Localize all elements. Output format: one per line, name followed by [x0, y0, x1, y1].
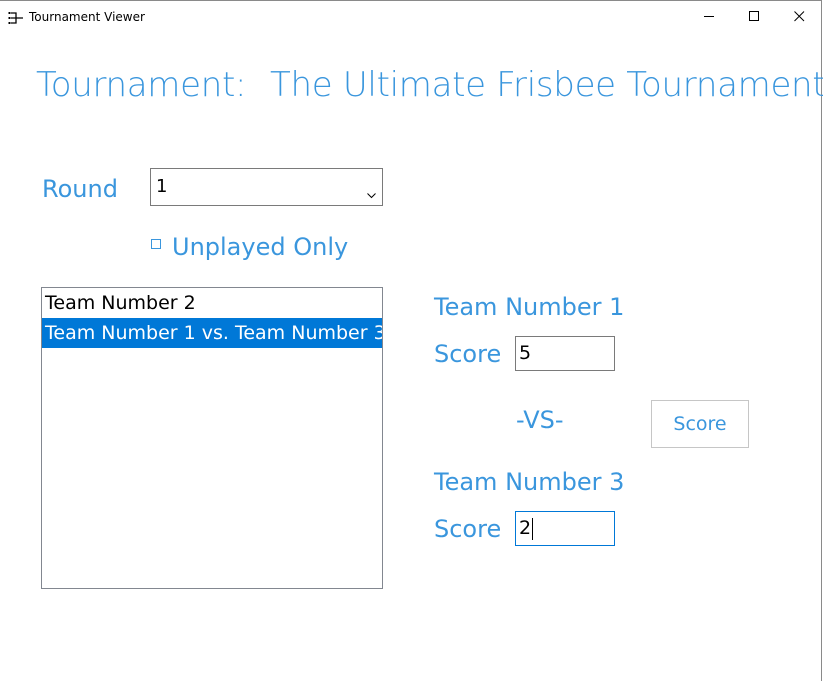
- round-dropdown-value: 1: [156, 176, 168, 197]
- minimize-icon: [703, 11, 715, 22]
- chevron-down-icon: [367, 184, 376, 203]
- tournament-name: The Ultimate Frisbee Tournament: [270, 65, 823, 105]
- team-two-score-label: Score: [434, 515, 502, 543]
- list-item[interactable]: Team Number 2: [42, 288, 382, 318]
- team-one-score-label: Score: [434, 340, 502, 368]
- team-two-score-input[interactable]: 2: [515, 511, 615, 546]
- round-dropdown[interactable]: 1: [150, 168, 383, 206]
- list-item[interactable]: Team Number 1 vs. Team Number 3: [42, 318, 382, 348]
- tournament-label: Tournament:: [36, 65, 247, 105]
- team-one-name: Team Number 1: [434, 293, 625, 321]
- close-icon: [793, 11, 805, 22]
- score-button[interactable]: Score: [651, 400, 749, 448]
- tournament-viewer-window: Tournament Viewer Tournament: The Ultima…: [0, 0, 823, 681]
- unplayed-only-checkbox[interactable]: [151, 239, 161, 249]
- close-button[interactable]: [776, 1, 822, 32]
- team-two-score-value: 2: [519, 517, 532, 539]
- app-icon: [8, 10, 24, 24]
- team-one-score-value: 5: [519, 342, 532, 364]
- round-label: Round: [42, 175, 118, 203]
- unplayed-only-label[interactable]: Unplayed Only: [172, 233, 348, 261]
- maximize-button[interactable]: [731, 1, 777, 32]
- maximize-icon: [748, 11, 760, 22]
- team-two-name: Team Number 3: [434, 468, 625, 496]
- title-bar[interactable]: Tournament Viewer: [0, 1, 821, 33]
- text-caret: [532, 517, 534, 540]
- versus-label: -VS-: [516, 406, 564, 434]
- minimize-button[interactable]: [686, 1, 732, 32]
- team-one-score-input[interactable]: 5: [515, 336, 615, 371]
- matchup-listbox[interactable]: Team Number 2 Team Number 1 vs. Team Num…: [41, 287, 383, 589]
- window-title: Tournament Viewer: [29, 10, 145, 24]
